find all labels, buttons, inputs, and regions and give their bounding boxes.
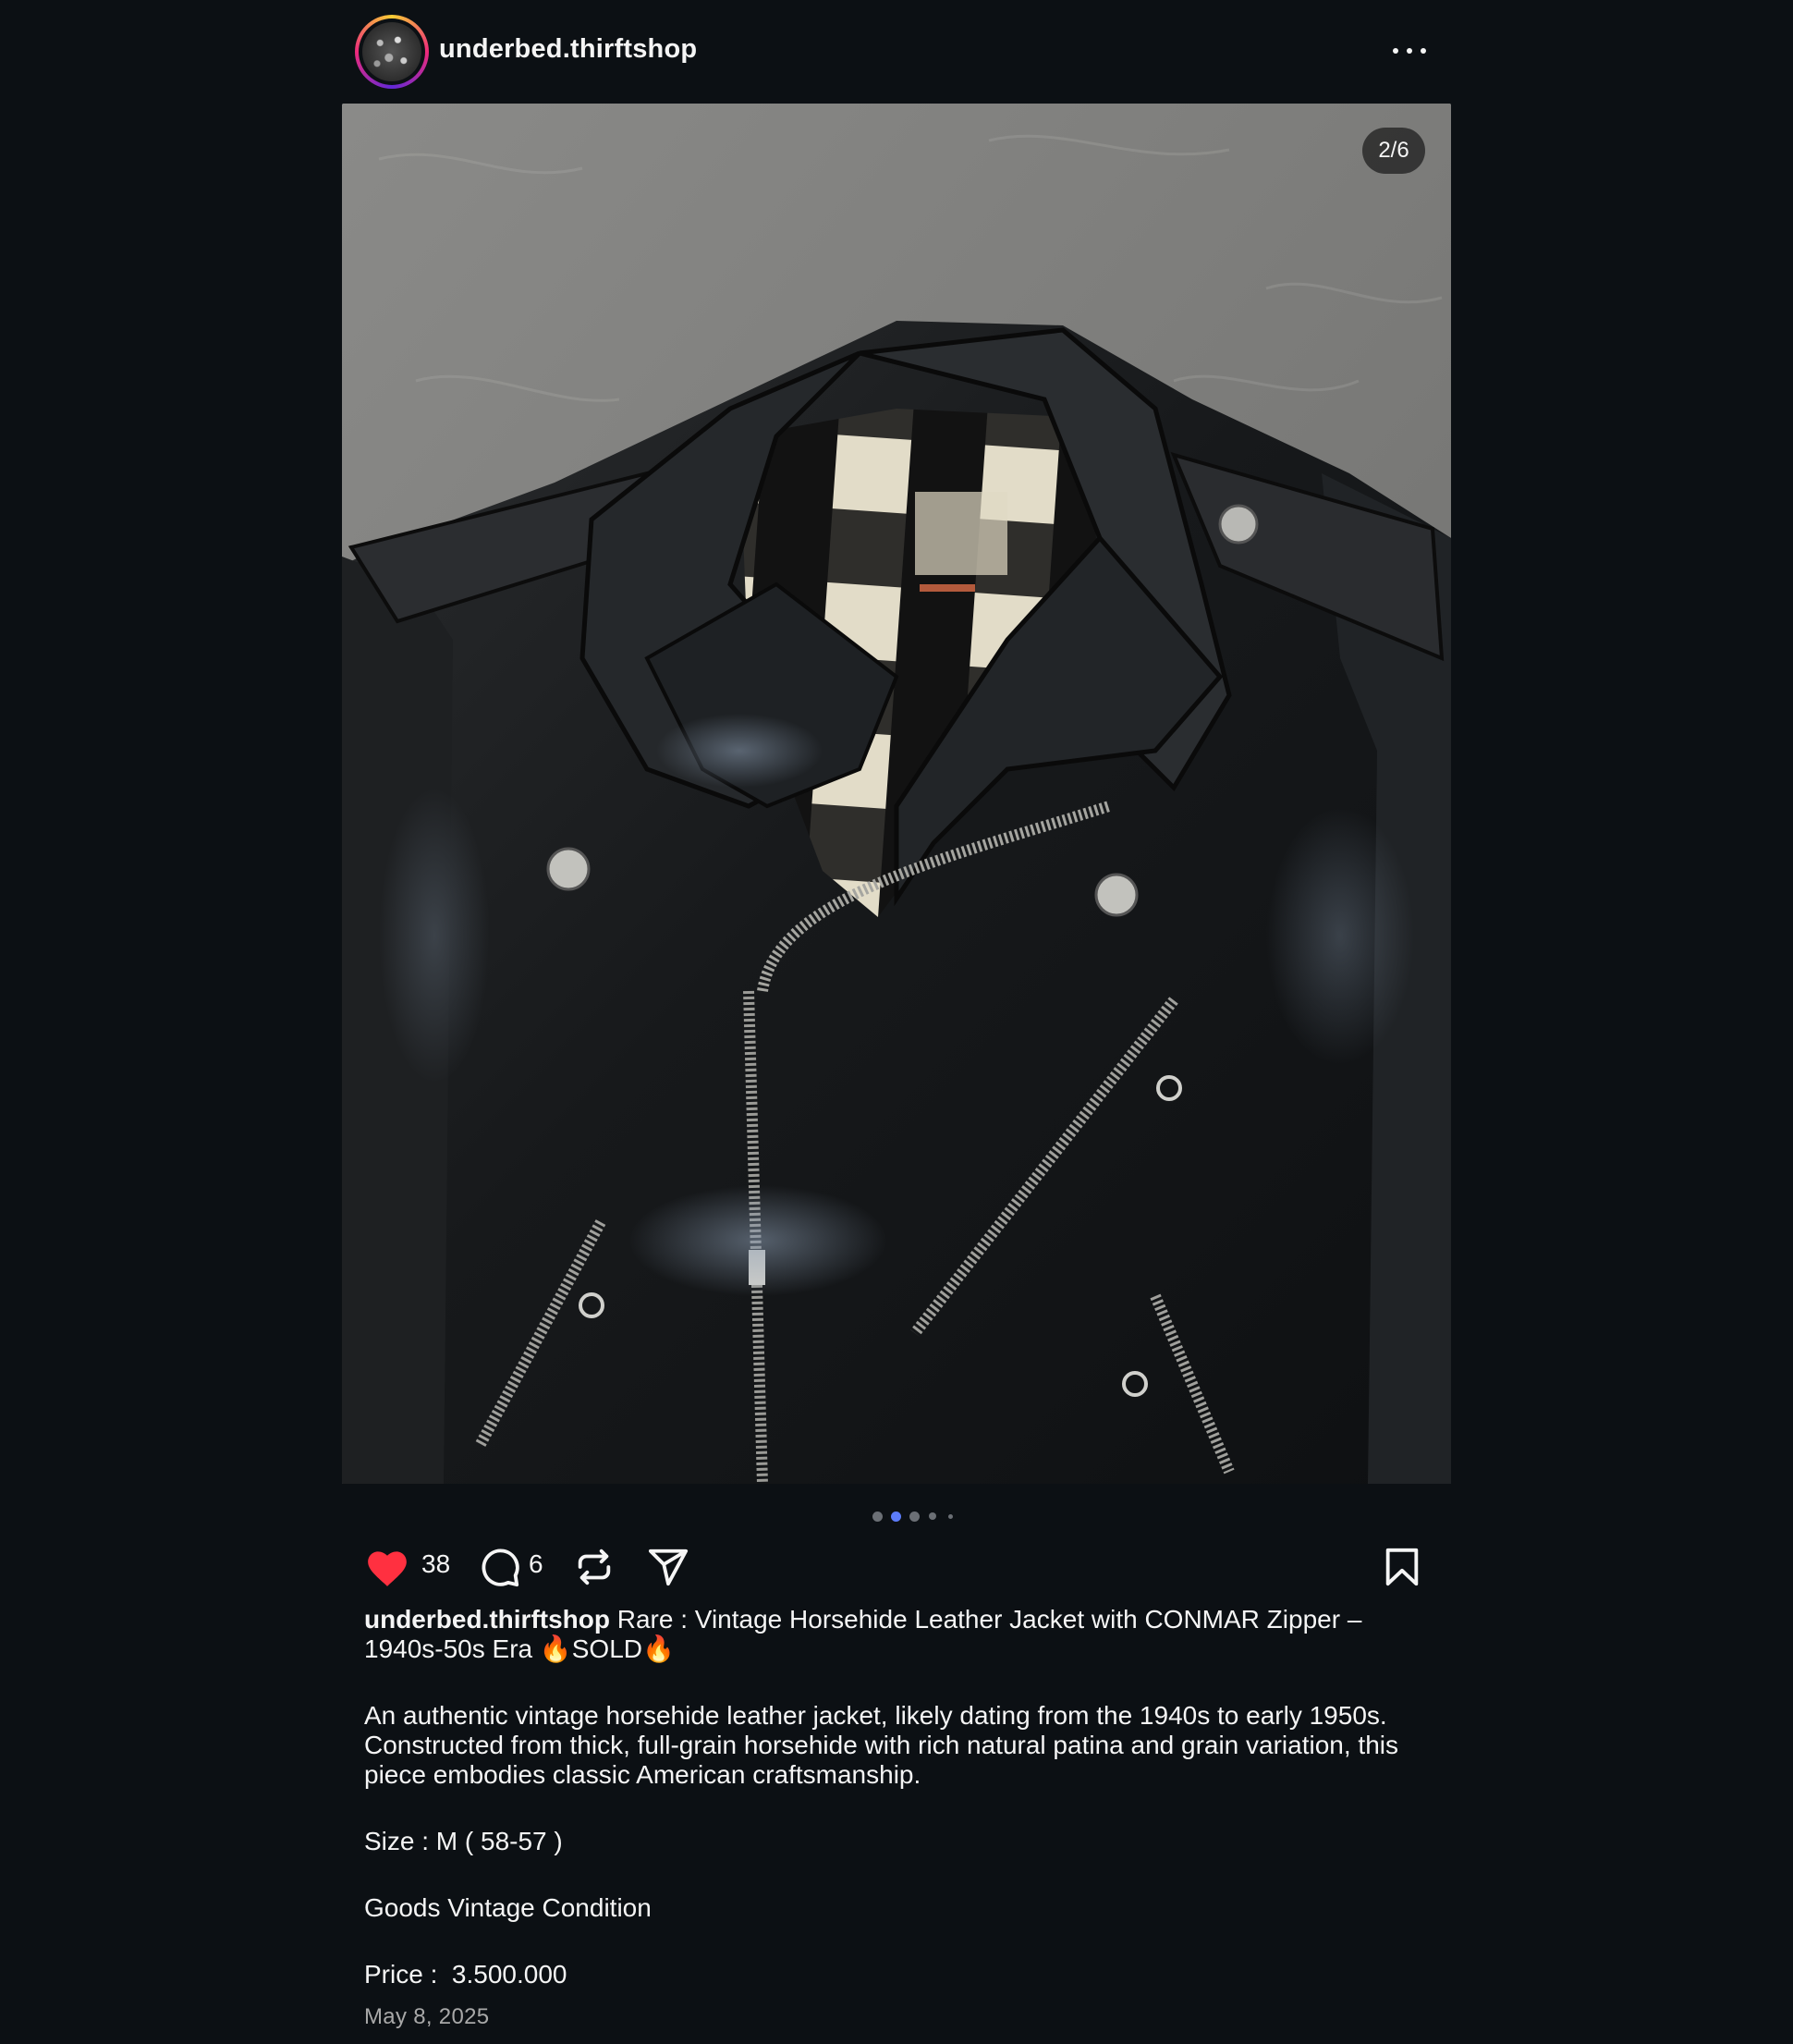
caption-size: Size : M ( 58-57 )	[364, 1827, 563, 1855]
caption-price: Price : 3.500.000	[364, 1960, 567, 1989]
like-button[interactable]: 38	[364, 1535, 466, 1596]
action-bar: 38 6	[342, 1535, 1451, 1596]
share-button[interactable]	[647, 1535, 693, 1596]
comment-icon	[482, 1548, 519, 1587]
heart-icon	[368, 1551, 407, 1586]
comment-count: 6	[529, 1549, 543, 1578]
avatar[interactable]	[355, 15, 429, 89]
caption-title: underbed.thirftshop Rare : Vintage Horse…	[364, 1605, 1436, 1664]
repost-button[interactable]	[573, 1535, 619, 1596]
repost-icon	[578, 1548, 611, 1585]
more-options-button[interactable]	[1386, 31, 1433, 68]
username-link[interactable]: underbed.thirftshop	[439, 34, 697, 65]
caption-description: An authentic vintage horsehide leather j…	[364, 1701, 1399, 1789]
caption-condition: Goods Vintage Condition	[364, 1893, 652, 1922]
media-counter: 2/6	[1362, 128, 1425, 174]
bookmark-icon	[1385, 1548, 1419, 1586]
caption: underbed.thirftshop Rare : Vintage Horse…	[364, 1605, 1436, 1989]
avatar-image	[362, 22, 421, 81]
carousel-dot	[948, 1514, 953, 1519]
carousel-indicator	[342, 1507, 1451, 1525]
carousel-dot	[929, 1512, 936, 1520]
jacket-photo	[342, 104, 1451, 1484]
carousel-dot	[909, 1512, 920, 1522]
carousel-dot-active	[891, 1512, 901, 1522]
caption-author[interactable]: underbed.thirftshop	[364, 1605, 610, 1634]
like-count: 38	[421, 1549, 451, 1578]
post-header: underbed.thirftshop	[342, 0, 1451, 102]
carousel-dot	[872, 1512, 883, 1522]
save-button[interactable]	[1381, 1535, 1427, 1596]
post-image[interactable]: 2/6	[342, 104, 1451, 1484]
send-icon	[648, 1548, 689, 1586]
post-date[interactable]: May 8, 2025	[364, 2004, 489, 2030]
comment-button[interactable]: 6	[479, 1535, 562, 1596]
